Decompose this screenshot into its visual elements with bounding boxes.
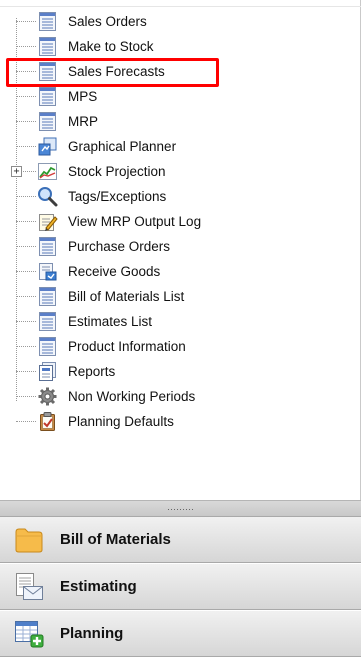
section-label: Planning [60, 625, 124, 642]
tree-item-label: MPS [68, 89, 98, 104]
panel-splitter[interactable]: ········· [0, 500, 361, 517]
list-icon [37, 286, 58, 307]
tree-item-label: Graphical Planner [68, 139, 177, 154]
section-estimating[interactable]: Estimating [0, 564, 361, 610]
tree-item-stock-projection[interactable]: + Stock Projection [0, 159, 361, 184]
tree-item-label: Planning Defaults [68, 414, 174, 429]
section-bill-of-materials[interactable]: Bill of Materials [0, 517, 361, 563]
splitter-grip[interactable]: ········· [167, 505, 194, 514]
list-icon [37, 236, 58, 257]
section-label: Bill of Materials [60, 531, 171, 548]
tree-item-mps[interactable]: MPS [0, 84, 361, 109]
tree-item-label: Make to Stock [68, 39, 154, 54]
tree-item-product-information[interactable]: Product Information [0, 334, 361, 359]
gear-icon [37, 386, 58, 407]
tree-item-label: Non Working Periods [68, 389, 196, 404]
tree-item-label: Sales Orders [68, 14, 147, 29]
tree-item-sales-orders[interactable]: Sales Orders [0, 9, 361, 34]
planning-icon [13, 618, 45, 650]
magnifier-icon [37, 186, 58, 207]
tree-item-estimates-list[interactable]: Estimates List [0, 309, 361, 334]
navigation-tree-panel: Sales Orders Make to Stock Sales Forecas… [0, 0, 361, 500]
tree-item-label: Tags/Exceptions [68, 189, 167, 204]
section-planning[interactable]: Planning [0, 611, 361, 657]
reports-icon [37, 361, 58, 382]
tree-item-make-to-stock[interactable]: Make to Stock [0, 34, 361, 59]
sales-forecasts-highlight-box [6, 58, 219, 87]
clipboard-check-icon [37, 411, 58, 432]
list-icon [37, 311, 58, 332]
tree-item-bill-of-materials-list[interactable]: Bill of Materials List [0, 284, 361, 309]
expand-toggle[interactable]: + [11, 166, 22, 177]
tree-item-label: MRP [68, 114, 98, 129]
folder-icon [13, 524, 45, 556]
receive-icon [37, 261, 58, 282]
tree-item-planning-defaults[interactable]: Planning Defaults [0, 409, 361, 434]
list-icon [37, 36, 58, 57]
tree-item-purchase-orders[interactable]: Purchase Orders [0, 234, 361, 259]
tree-item-label: Product Information [68, 339, 186, 354]
estimating-icon [13, 571, 45, 603]
tree-item-label: Estimates List [68, 314, 153, 329]
tree-item-graphical-planner[interactable]: Graphical Planner [0, 134, 361, 159]
tree-item-mrp[interactable]: MRP [0, 109, 361, 134]
list-icon [37, 11, 58, 32]
tree-item-receive-goods[interactable]: Receive Goods [0, 259, 361, 284]
list-icon [37, 111, 58, 132]
tree-item-label: Stock Projection [68, 164, 166, 179]
planner-icon [37, 136, 58, 157]
tree-item-tags-exceptions[interactable]: Tags/Exceptions [0, 184, 361, 209]
tree-item-label: Receive Goods [68, 264, 161, 279]
log-pencil-icon [37, 211, 58, 232]
tree-item-label: Purchase Orders [68, 239, 171, 254]
section-label: Estimating [60, 578, 137, 595]
chart-icon [37, 161, 58, 182]
top-divider [0, 6, 361, 7]
tree-item-label: Reports [68, 364, 116, 379]
list-icon [37, 336, 58, 357]
tree-item-non-working-periods[interactable]: Non Working Periods [0, 384, 361, 409]
tree-item-reports[interactable]: Reports [0, 359, 361, 384]
tree-item-label: Bill of Materials List [68, 289, 185, 304]
tree-item-label: View MRP Output Log [68, 214, 202, 229]
tree-item-view-mrp-output-log[interactable]: View MRP Output Log [0, 209, 361, 234]
list-icon [37, 86, 58, 107]
